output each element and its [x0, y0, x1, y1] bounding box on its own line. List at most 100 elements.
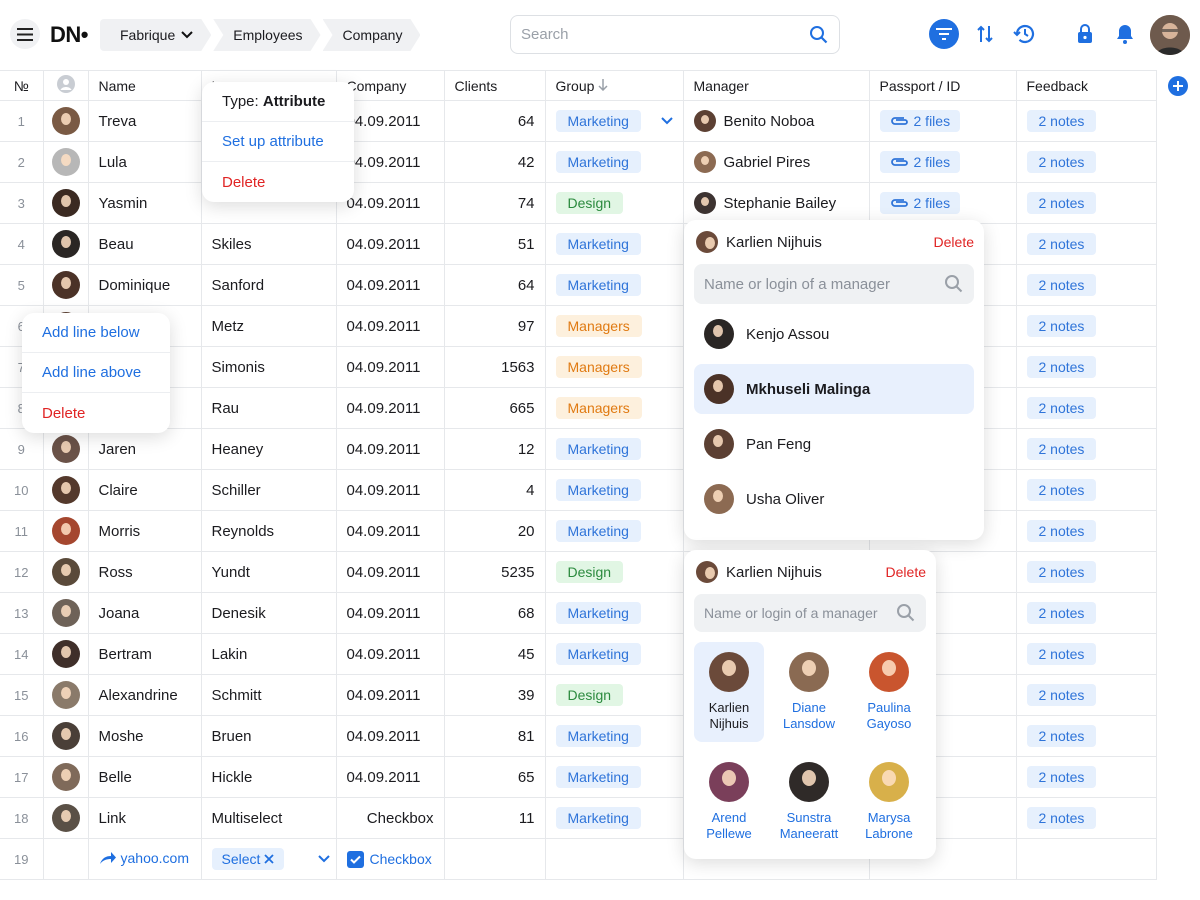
manager-tile[interactable]: Paulina Gayoso: [854, 642, 924, 742]
remove-manager-button[interactable]: Delete: [934, 234, 974, 250]
clients-cell[interactable]: 42: [444, 141, 546, 183]
first-name-cell[interactable]: Ross: [88, 551, 202, 593]
company-cell[interactable]: 04.09.2011: [336, 223, 445, 265]
group-cell[interactable]: Design: [545, 674, 684, 716]
breadcrumb-item-company[interactable]: Company: [323, 19, 421, 51]
group-cell[interactable]: Managers: [545, 305, 684, 347]
clients-cell[interactable]: 20: [444, 510, 546, 552]
table-row[interactable]: 18 Link Multiselect Checkbox 11 Marketin…: [0, 797, 1157, 839]
column-header-passport[interactable]: Passport / ID: [869, 70, 1017, 101]
manager-tile[interactable]: Karlien Nijhuis: [694, 642, 764, 742]
last-name-cell[interactable]: Skiles: [201, 223, 337, 265]
first-name-cell[interactable]: Morris: [88, 510, 202, 552]
notes-badge[interactable]: 2 notes: [1026, 684, 1097, 706]
manager-option[interactable]: Pan Feng: [694, 419, 974, 469]
group-cell[interactable]: Managers: [545, 387, 684, 429]
clients-cell[interactable]: 81: [444, 715, 546, 757]
manager-cell[interactable]: Benito Noboa: [683, 100, 870, 142]
delete-column-item[interactable]: Delete: [202, 162, 354, 202]
group-cell[interactable]: Design: [545, 182, 684, 224]
group-cell[interactable]: Marketing: [545, 633, 684, 675]
select-chip[interactable]: Select: [211, 848, 285, 870]
notes-badge[interactable]: 2 notes: [1026, 602, 1097, 624]
company-cell[interactable]: 04.09.2011: [336, 592, 445, 634]
company-cell[interactable]: Checkbox: [336, 797, 445, 839]
chevron-down-icon[interactable]: [317, 855, 330, 863]
feedback-cell[interactable]: 2 notes: [1016, 141, 1157, 183]
manager-search-input[interactable]: [704, 605, 896, 621]
group-cell[interactable]: Managers: [545, 346, 684, 388]
manager-tile[interactable]: Marysa Labrone: [854, 752, 924, 852]
notes-badge[interactable]: 2 notes: [1026, 274, 1097, 296]
manager-tile[interactable]: Arend Pellewe: [694, 752, 764, 852]
group-cell[interactable]: Marketing: [545, 510, 684, 552]
app-logo[interactable]: DN•: [50, 22, 88, 48]
first-name-cell[interactable]: Beau: [88, 223, 202, 265]
breadcrumb-item-fabrique[interactable]: Fabrique: [100, 19, 211, 51]
group-cell[interactable]: Marketing: [545, 715, 684, 757]
passport-cell[interactable]: 2 files: [869, 100, 1017, 142]
first-name-cell[interactable]: Dominique: [88, 264, 202, 306]
manager-option[interactable]: Kenjo Assou: [694, 309, 974, 359]
last-name-cell[interactable]: Hickle: [201, 756, 337, 798]
first-name-cell[interactable]: Belle: [88, 756, 202, 798]
company-cell[interactable]: 04.09.2011: [336, 264, 445, 306]
clients-cell[interactable]: 1563: [444, 346, 546, 388]
feedback-cell[interactable]: 2 notes: [1016, 633, 1157, 675]
passport-cell[interactable]: 2 files: [869, 182, 1017, 224]
first-name-cell[interactable]: Claire: [88, 469, 202, 511]
checkbox[interactable]: Checkbox: [346, 850, 432, 868]
group-cell[interactable]: Marketing: [545, 428, 684, 470]
files-badge[interactable]: 2 files: [879, 110, 961, 132]
last-name-cell[interactable]: Rau: [201, 387, 337, 429]
add-line-above-item[interactable]: Add line above: [22, 353, 170, 393]
group-cell[interactable]: Marketing: [545, 797, 684, 839]
table-row[interactable]: 2 Lula 04.09.2011 42 Marketing Gabriel P…: [0, 141, 1157, 183]
clients-cell[interactable]: 12: [444, 428, 546, 470]
delete-line-item[interactable]: Delete: [22, 393, 170, 433]
notes-badge[interactable]: 2 notes: [1026, 766, 1097, 788]
last-name-cell[interactable]: Simonis: [201, 346, 337, 388]
group-cell[interactable]: Marketing: [545, 592, 684, 634]
manager-cell[interactable]: Stephanie Bailey: [683, 182, 870, 224]
group-cell[interactable]: Marketing: [545, 141, 684, 183]
column-header-number[interactable]: №: [0, 70, 44, 101]
column-header-manager[interactable]: Manager: [683, 70, 870, 101]
last-name-cell[interactable]: Bruen: [201, 715, 337, 757]
last-name-cell[interactable]: Reynolds: [201, 510, 337, 552]
setup-attribute-item[interactable]: Set up attribute: [202, 122, 354, 162]
notes-badge[interactable]: 2 notes: [1026, 725, 1097, 747]
manager-search-input[interactable]: [704, 275, 944, 293]
notifications-button[interactable]: [1110, 19, 1140, 49]
manager-option[interactable]: Usha Oliver: [694, 474, 974, 524]
notes-badge[interactable]: 2 notes: [1026, 520, 1097, 542]
manager-tile[interactable]: Diane Lansdow: [774, 642, 844, 742]
filter-button[interactable]: [929, 19, 959, 49]
first-name-cell[interactable]: Treva: [88, 100, 202, 142]
table-row[interactable]: 15 Alexandrine Schmitt 04.09.2011 39 Des…: [0, 674, 1157, 716]
feedback-cell[interactable]: 2 notes: [1016, 346, 1157, 388]
clients-cell[interactable]: 64: [444, 100, 546, 142]
feedback-cell[interactable]: 2 notes: [1016, 182, 1157, 224]
company-cell[interactable]: 04.09.2011: [336, 305, 445, 347]
first-name-cell[interactable]: Bertram: [88, 633, 202, 675]
feedback-cell[interactable]: 2 notes: [1016, 469, 1157, 511]
files-badge[interactable]: 2 files: [879, 192, 961, 214]
first-name-cell[interactable]: Yasmin: [88, 182, 202, 224]
company-cell[interactable]: 04.09.2011: [336, 551, 445, 593]
notes-badge[interactable]: 2 notes: [1026, 643, 1097, 665]
clients-cell[interactable]: 51: [444, 223, 546, 265]
notes-badge[interactable]: 2 notes: [1026, 807, 1097, 829]
company-cell[interactable]: 04.09.2011: [336, 756, 445, 798]
table-row[interactable]: 13 Joana Denesik 04.09.2011 68 Marketing…: [0, 592, 1157, 634]
feedback-cell[interactable]: 2 notes: [1016, 428, 1157, 470]
last-name-cell[interactable]: Yundt: [201, 551, 337, 593]
user-avatar[interactable]: [1150, 15, 1190, 55]
feedback-cell[interactable]: 2 notes: [1016, 592, 1157, 634]
breadcrumb-item-employees[interactable]: Employees: [213, 19, 320, 51]
first-name-cell[interactable]: Jaren: [88, 428, 202, 470]
notes-badge[interactable]: 2 notes: [1026, 561, 1097, 583]
company-cell[interactable]: 04.09.2011: [336, 387, 445, 429]
notes-badge[interactable]: 2 notes: [1026, 397, 1097, 419]
lock-button[interactable]: [1070, 19, 1100, 49]
